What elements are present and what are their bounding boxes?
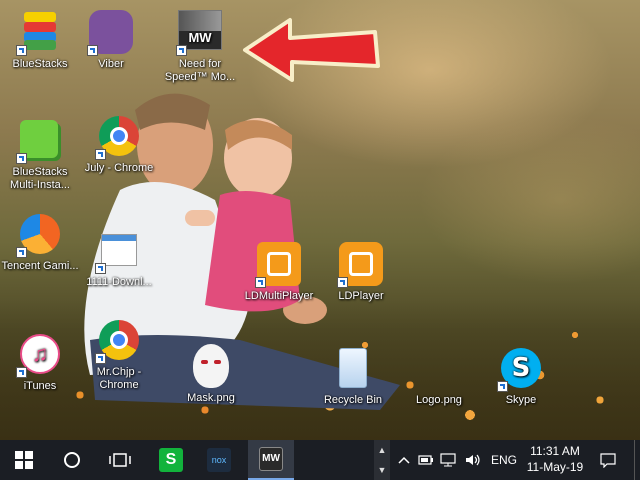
icon-label: iTunes — [23, 380, 57, 392]
chevron-up-icon: ▲ — [377, 445, 387, 455]
tencent-gaming-icon — [16, 210, 64, 258]
task-view-button[interactable] — [96, 440, 144, 480]
taskbar: S nox MW ENG 11:31 AM 11-May-19 — [0, 440, 640, 480]
desktop-icon-bluestacks[interactable]: BlueStacks — [1, 8, 79, 71]
mask-image-icon — [187, 342, 235, 390]
ldmultiplayer-icon — [255, 240, 303, 288]
taskbar-app-s[interactable]: S — [150, 440, 192, 480]
clock[interactable]: 11:31 AM 11-May-19 — [522, 443, 588, 475]
ldplayer-icon — [337, 240, 385, 288]
chevron-up-icon — [398, 456, 410, 464]
icon-label: Tencent Gami... — [1, 260, 79, 272]
show-desktop-button[interactable] — [634, 440, 640, 480]
desktop-icon-viber[interactable]: Viber — [72, 8, 150, 71]
clock-date: 11-May-19 — [526, 460, 584, 474]
tray-volume[interactable] — [462, 440, 484, 480]
icon-label: Recycle Bin — [323, 394, 383, 406]
skype-icon: S — [497, 344, 545, 392]
need-for-speed-icon: MW — [259, 447, 283, 471]
icon-label: BlueStacks — [12, 58, 68, 70]
start-button[interactable] — [0, 440, 48, 480]
desktop-icon-ldmultiplayer[interactable]: LDMultiPlayer — [240, 240, 318, 303]
icon-label: 1111-Downl... — [86, 276, 152, 288]
search-button[interactable] — [48, 440, 96, 480]
nfs-thumb-text: MW — [188, 30, 212, 45]
desktop-icon-ldplayer[interactable]: LDPlayer — [322, 240, 400, 303]
icon-label: Logo.png — [416, 394, 462, 406]
task-view-icon — [109, 453, 131, 467]
green-s-app-icon: S — [159, 448, 183, 472]
cortana-circle-icon — [64, 452, 80, 468]
desktop-icon-logo-png[interactable]: Logo.png — [400, 344, 478, 407]
icon-label: BlueStacks Multi-Insta... — [10, 166, 70, 191]
icon-label: Mask.png — [187, 392, 235, 404]
action-center-button[interactable] — [594, 440, 622, 480]
desktop-icon-recycle-bin[interactable]: Recycle Bin — [314, 344, 392, 407]
desktop-icon-itunes[interactable]: ♫ iTunes — [1, 330, 79, 393]
logo-image-icon — [415, 344, 463, 392]
taskbar-app-nfs[interactable]: MW — [248, 440, 294, 480]
icon-label: Viber — [98, 58, 124, 70]
recycle-bin-icon — [329, 344, 377, 392]
desktop-icon-mrchip-chrome[interactable]: Mr.Chjp - Chrome — [80, 316, 158, 392]
icon-label: LDMultiPlayer — [244, 290, 314, 302]
windows-logo-icon — [15, 451, 33, 469]
desktop-icon-mask-png[interactable]: Mask.png — [172, 342, 250, 405]
chrome-icon — [95, 112, 143, 160]
red-arrow-annotation — [243, 18, 380, 82]
nox-icon: nox — [207, 448, 231, 472]
taskbar-app-nox[interactable]: nox — [198, 440, 240, 480]
tray-battery[interactable] — [416, 440, 436, 480]
desktop-icon-download-image[interactable]: 1111-Downl... — [80, 226, 158, 289]
icon-label: Need for Speed™ Mo... — [164, 58, 236, 83]
clock-time: 11:31 AM — [530, 444, 580, 458]
icon-label: LDPlayer — [338, 290, 384, 302]
chevron-down-icon: ▼ — [377, 465, 387, 475]
desktop-icon-tencent-gaming[interactable]: Tencent Gami... — [1, 210, 79, 273]
chrome-icon — [95, 316, 143, 364]
speaker-icon — [466, 454, 480, 466]
icon-label: July - Chrome — [84, 162, 154, 174]
icon-label: Skype — [505, 394, 537, 406]
need-for-speed-icon: MW — [176, 8, 224, 56]
image-file-icon — [95, 226, 143, 274]
show-hidden-icons-button[interactable] — [396, 440, 412, 480]
desktop-icon-skype[interactable]: S Skype — [482, 344, 560, 407]
desktop-icon-bluestacks-multi-instance[interactable]: BlueStacks Multi-Insta... — [1, 116, 79, 192]
battery-icon — [418, 455, 433, 465]
notification-icon — [600, 452, 616, 468]
tray-network[interactable] — [438, 440, 460, 480]
itunes-icon: ♫ — [16, 330, 64, 378]
bluestacks-icon — [16, 8, 64, 56]
taskbar-toolbar-scroll[interactable]: ▲ ▼ — [374, 440, 390, 480]
icon-label: Mr.Chjp - Chrome — [96, 366, 142, 391]
desktop-icon-need-for-speed[interactable]: MW Need for Speed™ Mo... — [161, 8, 239, 84]
bluestacks-multi-instance-icon — [16, 116, 64, 164]
desktop-icon-july-chrome[interactable]: July - Chrome — [80, 112, 158, 175]
viber-icon — [87, 8, 135, 56]
network-monitor-icon — [440, 453, 456, 467]
input-language-indicator[interactable]: ENG — [488, 440, 520, 480]
